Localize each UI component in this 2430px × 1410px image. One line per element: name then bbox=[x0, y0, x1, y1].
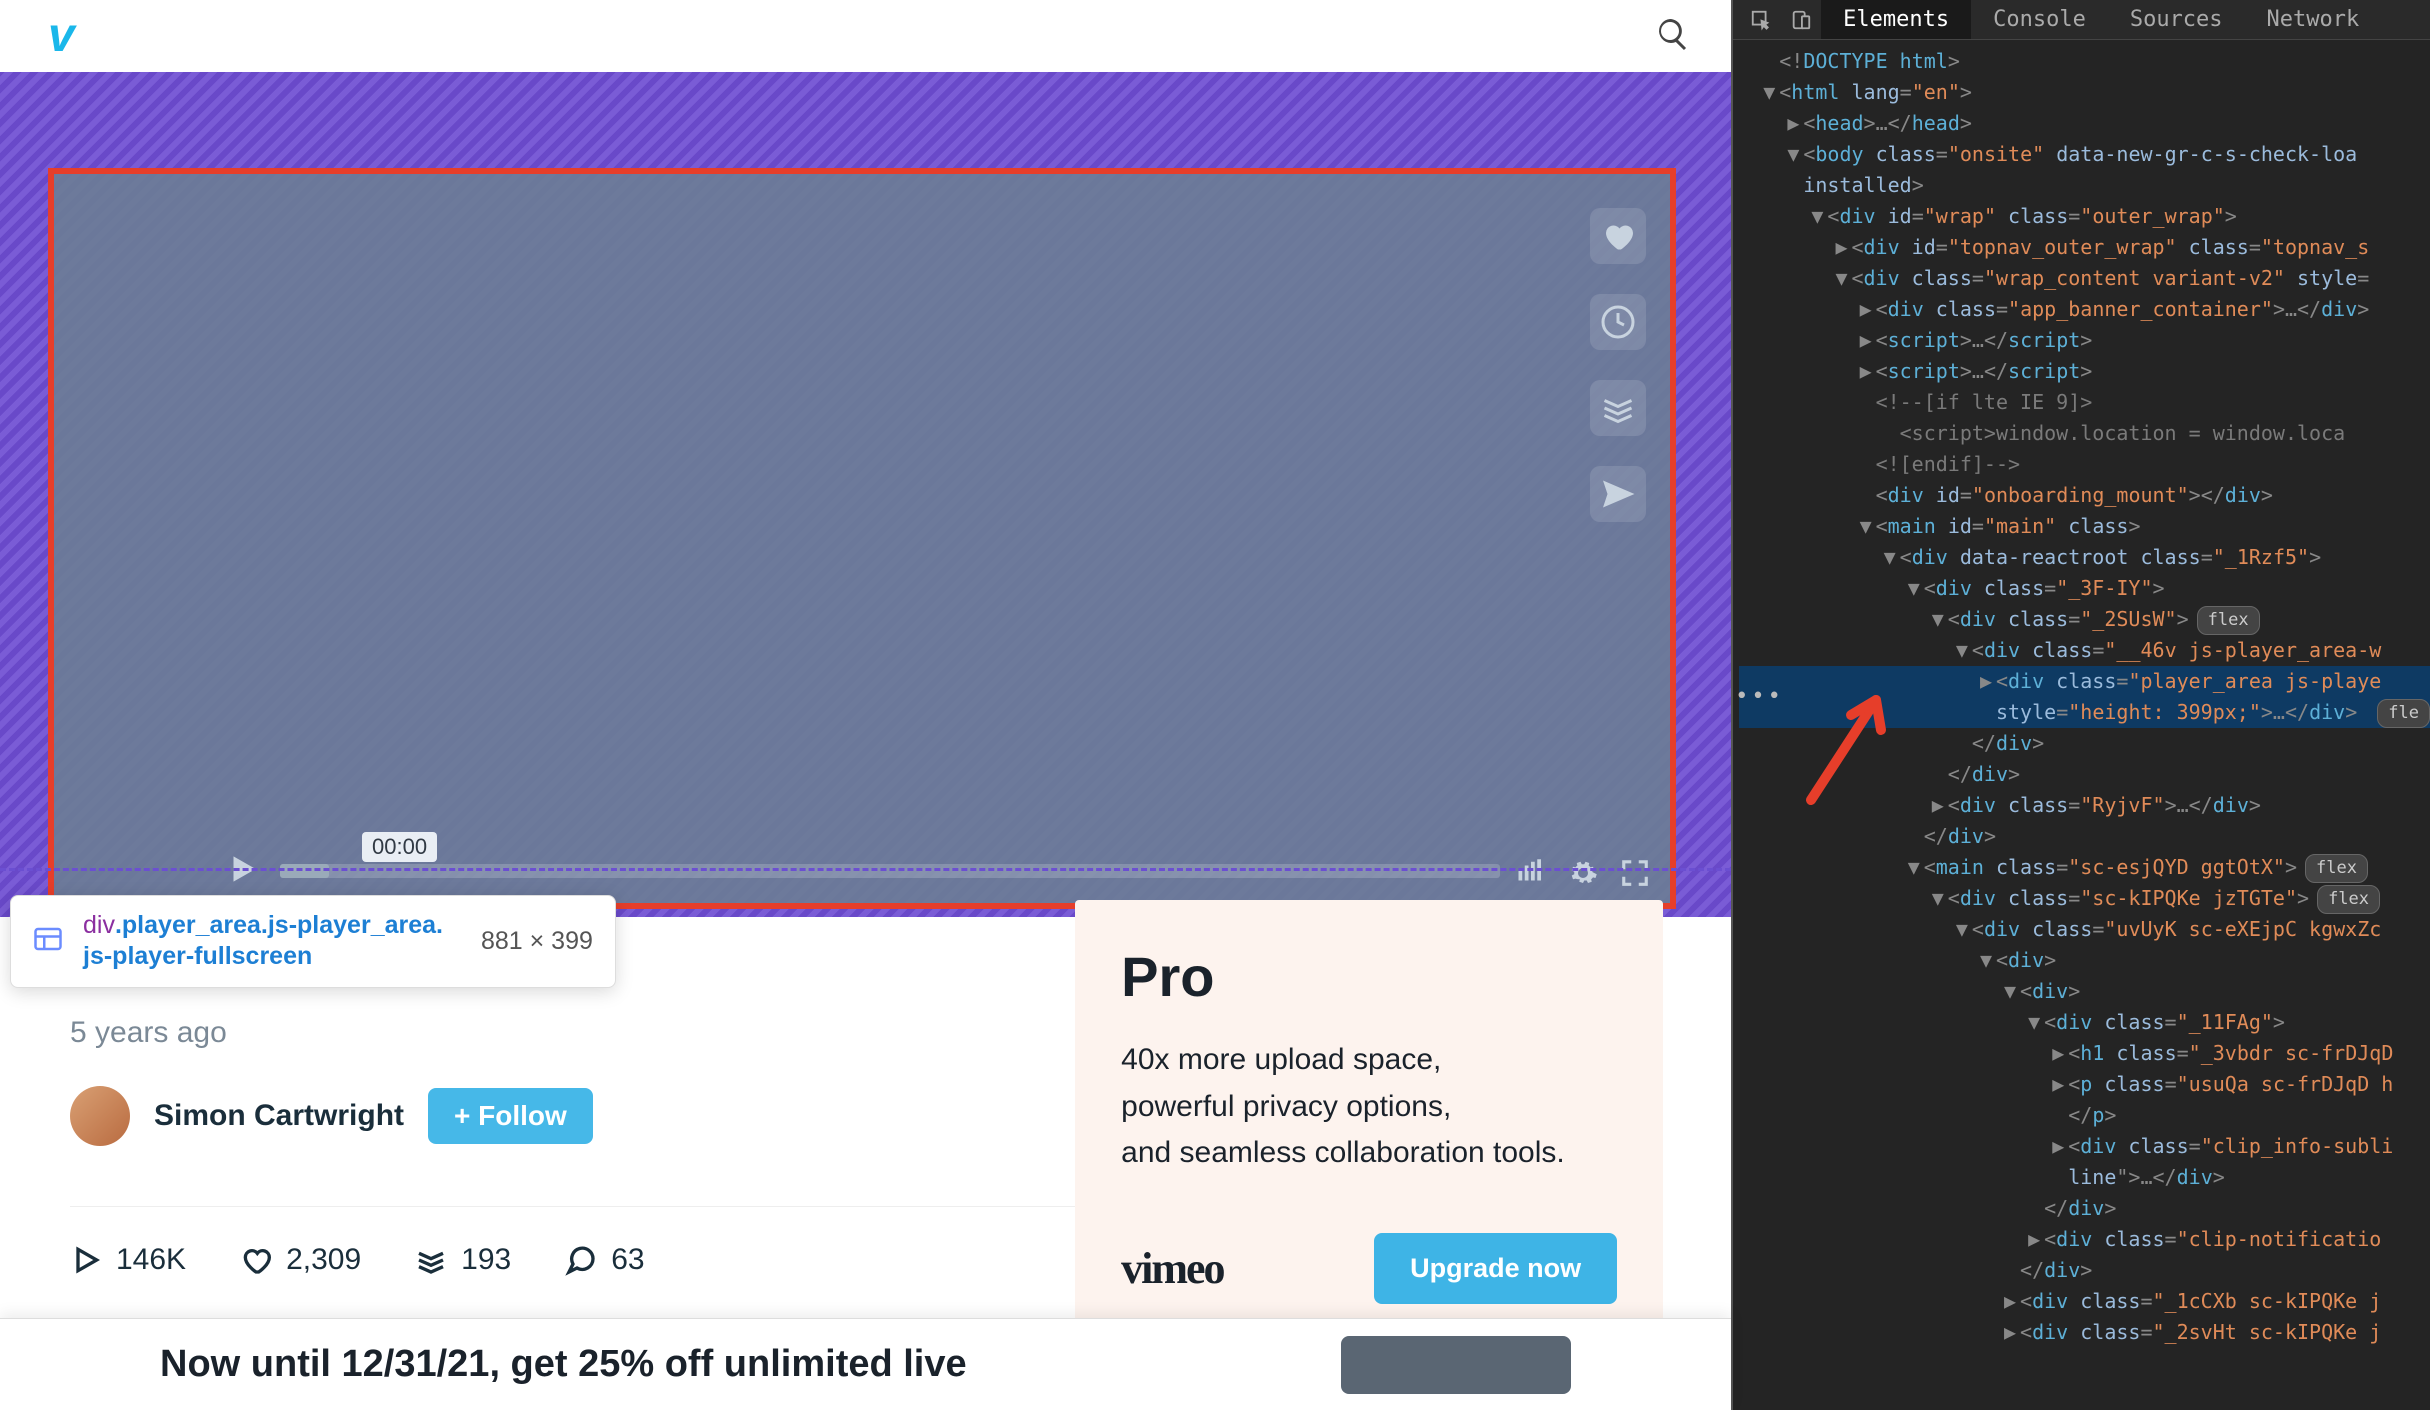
pro-promo-card: Pro 40x more upload space, powerful priv… bbox=[1075, 900, 1663, 1348]
player-controls: 00:00 bbox=[224, 845, 1500, 897]
elements-tree[interactable]: ••• <!DOCTYPE html> ▼<html lang="en"> ▶<… bbox=[1733, 40, 2430, 1410]
dom-tree-line[interactable]: <!DOCTYPE html> bbox=[1739, 46, 2430, 77]
dom-tree-line[interactable]: <script>window.location = window.loca bbox=[1739, 418, 2430, 449]
watch-later-button[interactable] bbox=[1590, 294, 1646, 350]
settings-icon[interactable] bbox=[1568, 858, 1598, 893]
video-side-actions bbox=[1590, 208, 1646, 522]
banner-cta[interactable] bbox=[1341, 1336, 1571, 1394]
upgrade-button[interactable]: Upgrade now bbox=[1374, 1233, 1617, 1304]
dom-tree-line[interactable]: ▶<div class="_1cCXb sc-kIPQKe j bbox=[1739, 1286, 2430, 1317]
dom-tree-line[interactable]: ▼<div class="_2SUsW">flex bbox=[1739, 604, 2430, 635]
selected-element-highlight: 00:00 bbox=[48, 168, 1676, 909]
dom-tree-line[interactable]: ▼<div class="__46v js-player_area-w bbox=[1739, 635, 2430, 666]
layout-icon bbox=[33, 924, 63, 959]
dom-tree-line[interactable]: ▶<div id="topnav_outer_wrap" class="topn… bbox=[1739, 232, 2430, 263]
volume-button[interactable] bbox=[1516, 858, 1546, 893]
top-nav: v bbox=[0, 0, 1731, 72]
author-name[interactable]: Simon Cartwright bbox=[154, 1099, 404, 1133]
tab-console[interactable]: Console bbox=[1971, 0, 2108, 39]
dom-tree-line[interactable]: </div> bbox=[1739, 1255, 2430, 1286]
likes-stat: 2,309 bbox=[240, 1243, 361, 1277]
promo-line: powerful privacy options, bbox=[1121, 1084, 1617, 1131]
dom-tree-line[interactable]: <!--[if lte IE 9]> bbox=[1739, 387, 2430, 418]
play-button[interactable] bbox=[224, 850, 262, 893]
dom-tree-line[interactable]: ▼<div> bbox=[1739, 976, 2430, 1007]
dom-tree-line[interactable]: ▶<head>…</head> bbox=[1739, 108, 2430, 139]
dom-tree-line[interactable]: ▼<html lang="en"> bbox=[1739, 77, 2430, 108]
banner-text: Now until 12/31/21, get 25% off unlimite… bbox=[160, 1343, 967, 1386]
dom-tree-line[interactable]: ▼<main id="main" class> bbox=[1739, 511, 2430, 542]
tooltip-dimensions: 881 × 399 bbox=[463, 927, 593, 956]
tab-elements[interactable]: Elements bbox=[1821, 0, 1971, 39]
inspector-tooltip: div.player_area.js-player_area. js-playe… bbox=[10, 895, 616, 988]
dom-tree-line[interactable]: line">…</div> bbox=[1739, 1162, 2430, 1193]
dom-tree-line[interactable]: <![endif]--> bbox=[1739, 449, 2430, 480]
annotation-arrow bbox=[1801, 685, 1891, 814]
dom-tree-line[interactable]: ▶<h1 class="_3vbdr sc-frDJqD bbox=[1739, 1038, 2430, 1069]
inspect-element-icon[interactable] bbox=[1741, 0, 1781, 39]
tooltip-tag: div bbox=[83, 911, 115, 939]
devtools-tabs: Elements Console Sources Network bbox=[1733, 0, 2430, 40]
dom-tree-line[interactable]: ▼<div class="_3F-IY"> bbox=[1739, 573, 2430, 604]
promo-line: and seamless collaboration tools. bbox=[1121, 1130, 1617, 1177]
comments-stat: 63 bbox=[565, 1243, 644, 1277]
collections-button[interactable] bbox=[1590, 380, 1646, 436]
vimeo-logo[interactable]: v bbox=[48, 12, 75, 60]
dom-tree-line[interactable]: installed> bbox=[1739, 170, 2430, 201]
dom-tree-line[interactable]: ▼<div class="uvUyK sc-eXEjpC kgwxZc bbox=[1739, 914, 2430, 945]
dom-tree-line[interactable]: ▼<div id="wrap" class="outer_wrap"> bbox=[1739, 201, 2430, 232]
dom-tree-line[interactable]: ▼<div class="_11FAg"> bbox=[1739, 1007, 2430, 1038]
progress-time-tooltip: 00:00 bbox=[362, 832, 437, 862]
browser-viewport: v 00:00 bbox=[0, 0, 1731, 1410]
dom-tree-line[interactable]: ▶<div class="clip-notificatio bbox=[1739, 1224, 2430, 1255]
dom-tree-line[interactable]: </div> bbox=[1739, 1193, 2430, 1224]
dom-tree-line[interactable]: ▶<script>…</script> bbox=[1739, 325, 2430, 356]
tab-network[interactable]: Network bbox=[2245, 0, 2382, 39]
dom-tree-line[interactable]: ▶<div class="_2svHt sc-kIPQKe j bbox=[1739, 1317, 2430, 1348]
vimeo-wordmark: vimeo bbox=[1121, 1243, 1223, 1294]
like-button[interactable] bbox=[1590, 208, 1646, 264]
dom-tree-line[interactable]: ▼<main class="sc-esjQYD ggtOtX">flex bbox=[1739, 852, 2430, 883]
collections-stat: 193 bbox=[415, 1243, 511, 1277]
tab-sources[interactable]: Sources bbox=[2108, 0, 2245, 39]
device-toolbar-icon[interactable] bbox=[1781, 0, 1821, 39]
bottom-banner: Now until 12/31/21, get 25% off unlimite… bbox=[0, 1318, 1731, 1410]
tooltip-classes-1: .player_area.js-player_area. bbox=[115, 911, 443, 939]
dom-tree-line[interactable]: ▶<script>…</script> bbox=[1739, 356, 2430, 387]
dom-tree-line[interactable]: ▼<div> bbox=[1739, 945, 2430, 976]
share-button[interactable] bbox=[1590, 466, 1646, 522]
ellipsis-icon[interactable]: ••• bbox=[1735, 680, 1784, 714]
promo-title: Pro bbox=[1121, 944, 1617, 1009]
dom-tree-line[interactable]: ▼<div data-reactroot class="_1Rzf5"> bbox=[1739, 542, 2430, 573]
dom-tree-line[interactable]: ▼<body class="onsite" data-new-gr-c-s-ch… bbox=[1739, 139, 2430, 170]
promo-line: 40x more upload space, bbox=[1121, 1037, 1617, 1084]
dom-tree-line[interactable]: </p> bbox=[1739, 1100, 2430, 1131]
dom-tree-line[interactable]: <div id="onboarding_mount"></div> bbox=[1739, 480, 2430, 511]
margin-indicator-line bbox=[0, 868, 1731, 871]
fullscreen-icon[interactable] bbox=[1620, 858, 1650, 893]
tooltip-classes-2: js-player-fullscreen bbox=[83, 942, 312, 970]
player-area-wrap: 00:00 bbox=[0, 72, 1731, 917]
dom-tree-line[interactable]: ▶<div class="clip_info-subli bbox=[1739, 1131, 2430, 1162]
devtools-panel: Elements Console Sources Network ••• <!D… bbox=[1731, 0, 2430, 1410]
follow-button[interactable]: + Follow bbox=[428, 1088, 593, 1144]
dom-tree-line[interactable]: ▼<div class="sc-kIPQKe jzTGTe">flex bbox=[1739, 883, 2430, 914]
dom-tree-line[interactable]: </div> bbox=[1739, 821, 2430, 852]
dom-tree-line[interactable]: ▼<div class="wrap_content variant-v2" st… bbox=[1739, 263, 2430, 294]
progress-bar[interactable]: 00:00 bbox=[280, 862, 1500, 880]
dom-tree-line[interactable]: ▶<div class="app_banner_container">…</di… bbox=[1739, 294, 2430, 325]
plays-stat: 146K bbox=[70, 1243, 186, 1277]
avatar[interactable] bbox=[70, 1086, 130, 1146]
dom-tree-line[interactable]: ▶<p class="usuQa sc-frDJqD h bbox=[1739, 1069, 2430, 1100]
search-icon[interactable] bbox=[1655, 16, 1691, 57]
